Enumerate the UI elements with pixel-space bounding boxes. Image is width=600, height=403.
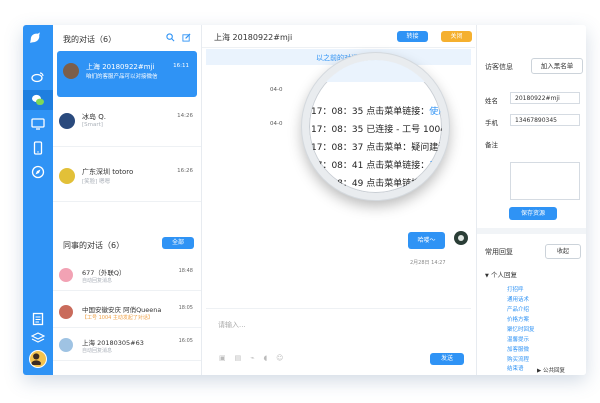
magnifier-lens: 17：08：35 点击菜单链接：使用必读 17：08：35 已连接 - 工号 1… xyxy=(302,53,449,200)
caret-down-icon: ▼ xyxy=(485,273,489,279)
conversation-name: 677（外联Q） xyxy=(82,269,126,277)
visitor-avatar xyxy=(59,305,73,319)
reply-item[interactable]: 产品介绍 xyxy=(507,305,529,313)
nav-rail xyxy=(23,25,53,375)
all-button[interactable]: 全部 xyxy=(162,237,194,249)
reply-item[interactable]: 加客服微 xyxy=(507,345,529,353)
public-replies-group[interactable]: ▶ 公共回复 xyxy=(537,366,565,374)
image-icon[interactable]: ▤ xyxy=(235,354,251,362)
menu-link[interactable]: 使用必读 xyxy=(429,107,442,117)
wechat-icon[interactable] xyxy=(31,93,45,107)
name-field[interactable]: 20180922#mji xyxy=(510,92,580,104)
conversation-name: 冰岛 Q. xyxy=(82,113,106,121)
transfer-button[interactable]: 转接 xyxy=(397,31,428,42)
conversation-name: 上海 20180922#mji xyxy=(86,63,155,71)
close-conversation-button[interactable]: 关闭 xyxy=(441,31,472,42)
mobile-icon[interactable] xyxy=(31,141,45,155)
send-button[interactable]: 发送 xyxy=(430,353,464,365)
message-input[interactable]: 请输入... xyxy=(218,320,246,330)
conversation-time: 14:26 xyxy=(177,113,193,119)
emoji-icon[interactable]: ☺ xyxy=(276,354,292,362)
document-icon[interactable] xyxy=(31,312,45,326)
conversation-time: 16:05 xyxy=(178,338,193,344)
lens-log-row: 17：08：49 点击菜单链接：使用必读 xyxy=(311,176,442,189)
collapse-button[interactable]: 收起 xyxy=(545,244,581,259)
conversation-name: 中国安徽安庆 阿俏Queena xyxy=(82,306,162,314)
lens-log-row: 17：08：41 点击菜单链接：工作台 xyxy=(311,158,442,171)
conversation-item[interactable]: 冰岛 Q. [Smart] 14:26 xyxy=(53,101,201,147)
conversation-preview: 自动回复消息 xyxy=(82,348,113,354)
reply-item[interactable]: 打招呼 xyxy=(507,285,524,293)
layers-icon[interactable] xyxy=(31,331,45,345)
panel-divider xyxy=(477,228,586,234)
lens-log-row: 17：08：35 点击菜单链接：使用必读 xyxy=(311,104,442,117)
visitor-avatar xyxy=(63,63,79,79)
team-conversation-item[interactable]: 中国安徽安庆 阿俏Queena 【工号 1004 主动发起了对话】 18:05 xyxy=(53,298,201,328)
bird-logo-icon xyxy=(28,31,48,51)
note-label: 备注 xyxy=(485,141,498,149)
personal-replies-group[interactable]: ▼ 个人回复 xyxy=(485,269,517,279)
visitor-avatar xyxy=(59,113,75,129)
conversation-name: 上海 20180305#63 xyxy=(82,339,144,347)
conversation-item-active[interactable]: 上海 20180922#mji 咱们的客服产品可以对接微信 16:11 xyxy=(57,51,197,97)
reply-item[interactable]: 温馨提示 xyxy=(507,335,529,343)
team-conversations-title: 同事的对话（6） xyxy=(63,241,125,250)
conversation-preview: 【工号 1004 主动发起了对话】 xyxy=(82,315,153,321)
conversation-preview: 咱们的客服产品可以对接微信 xyxy=(86,74,158,80)
phone-label: 手机 xyxy=(485,119,498,127)
visitor-info-title: 访客信息 xyxy=(485,63,513,71)
app-window: 我的对话（6） 上海 20180922#mji 咱们的客服产品可以对接微信 16… xyxy=(23,25,586,375)
conversation-name: 广东深圳 totoro xyxy=(82,168,134,176)
agent-avatar[interactable] xyxy=(29,350,47,368)
conversation-time: 16:26 xyxy=(177,168,193,174)
visitor-avatar xyxy=(59,268,73,282)
team-conversations-header: 同事的对话（6） 全部 xyxy=(53,233,201,255)
reply-item[interactable]: 购买流程 xyxy=(507,355,529,363)
message-bubble: 哈喽～ xyxy=(408,232,445,249)
visitor-avatar xyxy=(59,168,75,184)
compose-icon[interactable] xyxy=(182,33,191,45)
lens-log-row: 17：08：35 已连接 - 工号 1004 xyxy=(311,125,446,135)
lens-log-row: 17：08：37 点击菜单：疑问建议 xyxy=(311,143,448,153)
weibo-icon[interactable] xyxy=(31,70,45,84)
web-chat-icon[interactable] xyxy=(31,117,45,131)
message-time: 2月28日 14:27 xyxy=(410,260,446,266)
phone-field[interactable]: 13467890345 xyxy=(510,114,580,126)
visitor-panel: 访客信息 加入黑名单 姓名 20180922#mji 手机 1346789034… xyxy=(476,25,586,375)
reply-item[interactable]: 价格方案 xyxy=(507,315,529,323)
my-conversations-title: 我的对话（6） xyxy=(63,35,117,44)
conversation-time: 18:48 xyxy=(178,268,193,274)
save-button[interactable]: 保存资源 xyxy=(509,207,557,220)
my-conversations-header: 我的对话（6） xyxy=(53,27,201,49)
visitor-avatar xyxy=(59,338,73,352)
agent-message-avatar xyxy=(454,231,468,245)
reply-item[interactable]: 聚忆时回复 xyxy=(507,325,535,333)
conversation-time: 16:11 xyxy=(173,63,189,69)
log-date: 04-0 xyxy=(270,87,283,93)
conversation-preview: [笑脸] 嗯嗯 xyxy=(82,179,111,185)
conversation-preview: [Smart] xyxy=(82,122,103,128)
log-date: 04-0 xyxy=(270,121,283,127)
chat-header: 上海 20180922#mji 转接 关闭 xyxy=(202,25,475,48)
conversation-preview: 自动回复消息 xyxy=(82,278,113,284)
conversation-list: 我的对话（6） 上海 20180922#mji 咱们的客服产品可以对接微信 16… xyxy=(53,25,202,375)
search-icon[interactable] xyxy=(166,33,178,45)
common-replies-title: 常用回复 xyxy=(485,248,513,256)
lens-history-bar xyxy=(309,60,442,82)
chat-title: 上海 20180922#mji xyxy=(214,33,293,42)
reply-item[interactable]: 通用话术 xyxy=(507,295,529,303)
attachment-icon[interactable]: ⌁ xyxy=(250,354,263,362)
team-conversation-item[interactable]: 677（外联Q） 自动回复消息 18:48 xyxy=(53,261,201,291)
name-label: 姓名 xyxy=(485,97,498,105)
conversation-item[interactable]: 广东深圳 totoro [笑脸] 嗯嗯 16:26 xyxy=(53,156,201,202)
blacklist-button[interactable]: 加入黑名单 xyxy=(531,58,583,74)
microphone-icon[interactable]: ◖ xyxy=(263,354,276,362)
screenshot-icon[interactable]: ▣ xyxy=(219,354,235,362)
reply-item[interactable]: 结束语 xyxy=(507,364,524,372)
note-field[interactable] xyxy=(510,162,580,200)
message-input-area[interactable]: 请输入... ▣▤⌁◖☺ 发送 xyxy=(206,308,471,372)
conversation-time: 18:05 xyxy=(178,305,193,311)
compass-icon[interactable] xyxy=(31,165,45,179)
team-conversation-item[interactable]: 上海 20180305#63 自动回复消息 16:05 xyxy=(53,331,201,361)
